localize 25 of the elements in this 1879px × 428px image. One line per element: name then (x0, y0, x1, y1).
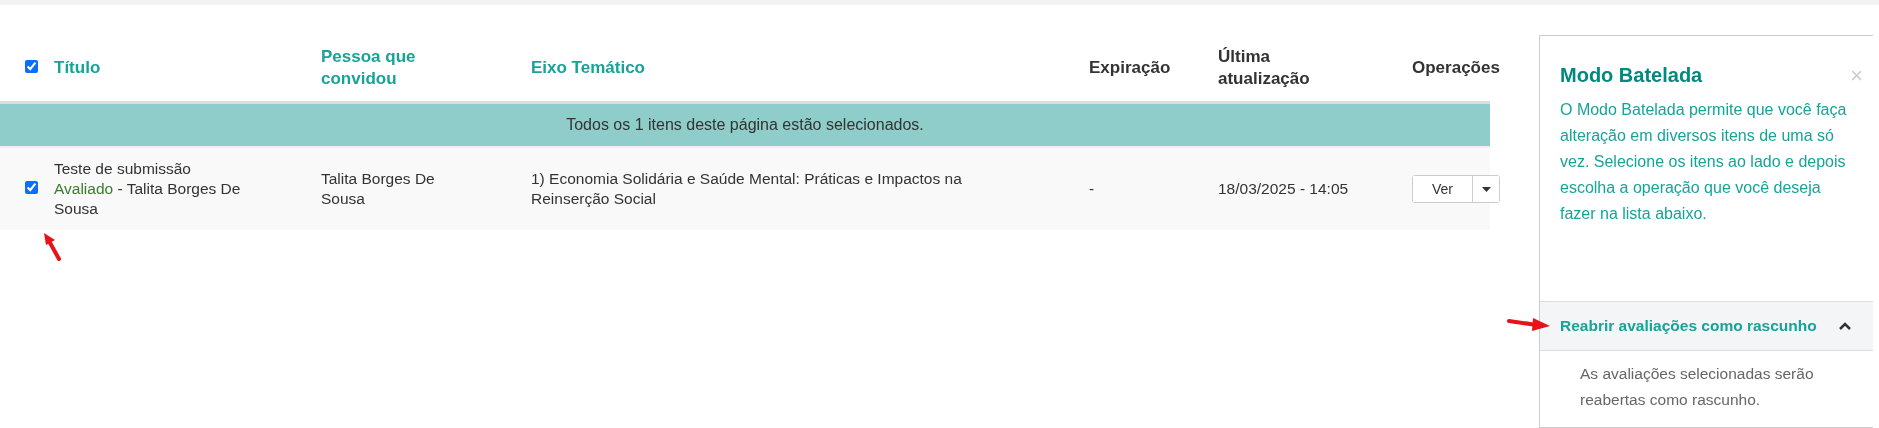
column-header-link[interactable]: Eixo Temático (531, 57, 645, 79)
column-header-link[interactable]: Título (54, 57, 101, 79)
select-all-checkbox[interactable] (25, 60, 38, 73)
panel-description: O Modo Batelada permite que você faça alteração em diversos itens de uma só vez. Selecione os itens ao lado e depois escolha a operação que você deseja fazer na lista abaixo. (1560, 100, 1848, 224)
caret-icon (1481, 186, 1491, 192)
column-header: Operações (1412, 57, 1500, 79)
updated-cell: 18/03/2025 - 14:05 (1218, 180, 1349, 197)
operation-header[interactable]: Reabrir avaliações como rascunho (1540, 301, 1873, 351)
inviter-cell-text: Talita Borges De Sousa (321, 169, 436, 209)
annotation-arrow-icon (43, 231, 63, 261)
theme-cell-text: 1) Economia Solidária e Saúde Mental: Práticas e Impactos na Reinserção Social (531, 169, 963, 209)
operation-description: As avaliações selecionadas serão reabertas como rascunho. (1580, 365, 1814, 408)
column-header-link[interactable]: Pessoa que convidou (321, 46, 441, 90)
operation-title: Reabrir avaliações como rascunho (1560, 317, 1817, 335)
row-checkbox[interactable] (25, 181, 38, 194)
selection-message: Todos os 1 itens deste página estão selecionados. (566, 116, 924, 134)
column-header: Expiração (1089, 57, 1171, 79)
panel-title: Modo Batelada (1560, 64, 1703, 87)
chevron-icon (1839, 322, 1851, 330)
annotation-arrow-icon (1507, 316, 1551, 332)
close-button[interactable]: × (1850, 64, 1863, 87)
view-button[interactable]: Ver (1413, 176, 1473, 202)
title-cell-text: Teste de submissão Avaliado - Talita Borges De Sousa (54, 159, 242, 219)
column-header: Última atualização (1218, 46, 1311, 90)
expiration-cell: - (1089, 180, 1095, 197)
